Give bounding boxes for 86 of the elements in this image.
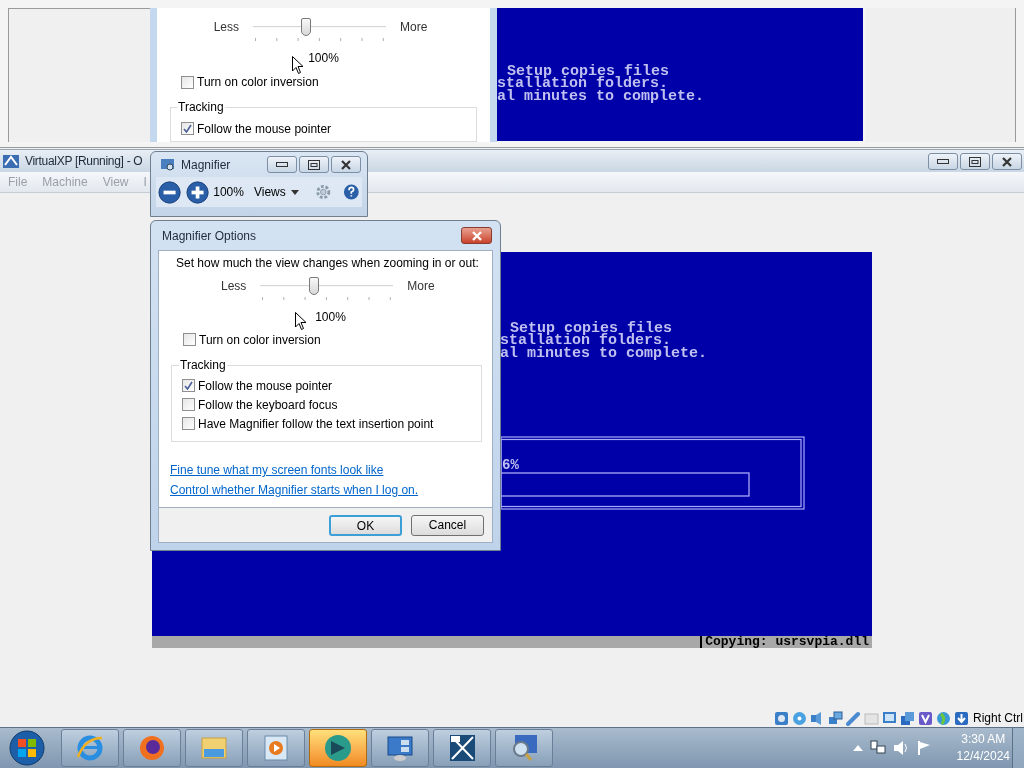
cursor-icon <box>292 56 304 75</box>
download-icon[interactable] <box>954 710 969 726</box>
zoom-out-button[interactable] <box>158 179 182 205</box>
slider-label: Less <box>213 19 239 36</box>
checkbox[interactable] <box>181 75 194 89</box>
chevron-up-icon[interactable] <box>852 745 863 751</box>
progress-percent: 6% <box>502 456 519 475</box>
group-title: Tracking <box>177 99 225 115</box>
minimize-icon <box>276 162 288 167</box>
checkbox[interactable] <box>182 398 195 411</box>
cancel-button[interactable]: Cancel <box>411 514 484 536</box>
zoom-level: 100% <box>213 184 244 201</box>
slider-label: More <box>400 19 428 36</box>
clock-date: 12/4/2024 <box>956 748 1010 765</box>
checkbox-label: Follow the mouse pointer <box>197 120 332 137</box>
maximize-icon <box>308 159 320 170</box>
zoom-in-button[interactable] <box>186 179 210 205</box>
speaker-icon[interactable] <box>892 740 909 756</box>
display-icon[interactable] <box>882 710 897 726</box>
start-button[interactable] <box>8 729 46 767</box>
close-button[interactable] <box>461 227 492 244</box>
maximize-button[interactable] <box>960 153 990 170</box>
app-icon <box>160 157 176 172</box>
play-icon <box>261 733 291 763</box>
maximize-button[interactable] <box>299 156 329 173</box>
globe-icon[interactable] <box>936 710 951 726</box>
link[interactable]: Fine tune what my screen fonts look like <box>170 462 384 478</box>
slider-thumb[interactable] <box>301 18 312 36</box>
group-title: Tracking <box>179 357 227 373</box>
disc-icon <box>323 733 353 763</box>
checkbox[interactable] <box>182 417 195 430</box>
checkbox[interactable] <box>182 379 195 392</box>
browser-icon <box>137 733 167 763</box>
views-button[interactable]: Views <box>253 183 299 201</box>
slider-track[interactable] <box>253 17 386 37</box>
clock-time: 3:30 AM <box>961 731 1006 748</box>
checkbox[interactable] <box>183 333 196 346</box>
taskbar-button[interactable] <box>309 729 367 767</box>
zoom-value: 100% <box>315 309 346 325</box>
dialog-title: Magnifier Options <box>162 227 257 245</box>
xp-icon <box>447 733 477 763</box>
app-icon <box>2 153 20 169</box>
host-key-label: Right Ctrl <box>973 710 1023 727</box>
close-button[interactable] <box>331 156 361 173</box>
checkbox-label: Have Magnifier follow the text insertion point <box>198 415 434 432</box>
checkbox[interactable] <box>181 122 194 135</box>
window-title: Magnifier <box>181 156 231 174</box>
gadgets-icon <box>385 733 415 763</box>
cursor-icon <box>295 312 307 331</box>
window-title: VirtualXP [Running] - O <box>25 153 143 170</box>
prompt-text: Set how much the view changes when zooming in or out: <box>176 255 479 271</box>
show-desktop-button[interactable] <box>1012 728 1024 768</box>
checkbox-label: Follow the mouse pointer <box>198 377 333 394</box>
console-text: al minutes to complete. <box>497 90 705 103</box>
close-icon <box>471 230 482 241</box>
help-icon[interactable] <box>343 183 360 201</box>
slider-track[interactable] <box>260 276 394 296</box>
slider-label: Less <box>221 278 247 295</box>
flag-icon[interactable] <box>915 740 932 756</box>
link[interactable]: Control whether Magnifier starts when I log on. <box>170 482 419 498</box>
browser-icon <box>75 733 105 763</box>
zoom-value: 100% <box>308 50 339 66</box>
taskbar-button[interactable] <box>495 729 553 767</box>
network-icon[interactable] <box>828 710 843 726</box>
network-icon[interactable] <box>869 740 886 756</box>
taskbar-button[interactable] <box>123 729 181 767</box>
console-text: al minutes to complete. <box>500 347 708 360</box>
taskbar-button[interactable] <box>433 729 491 767</box>
minimize-icon <box>937 159 949 164</box>
slider-label: More <box>407 278 435 295</box>
status-text: Copying: usrsvpia.dll <box>700 636 869 648</box>
settings-icon[interactable] <box>314 183 332 201</box>
close-icon <box>341 159 351 170</box>
minimize-button[interactable] <box>928 153 958 170</box>
maximize-icon <box>969 156 981 167</box>
cd-icon[interactable] <box>792 710 807 726</box>
ok-button[interactable]: OK <box>329 514 402 536</box>
caret-icon <box>290 189 299 195</box>
checkbox-label: Turn on color inversion <box>199 331 321 348</box>
minimize-button[interactable] <box>267 156 297 173</box>
close-button[interactable] <box>992 153 1022 170</box>
checkbox-label: Turn on color inversion <box>197 74 319 90</box>
close-icon <box>1002 156 1012 167</box>
taskbar-button[interactable] <box>371 729 429 767</box>
slider-thumb[interactable] <box>308 277 319 295</box>
checkbox-label: Follow the keyboard focus <box>198 396 338 413</box>
